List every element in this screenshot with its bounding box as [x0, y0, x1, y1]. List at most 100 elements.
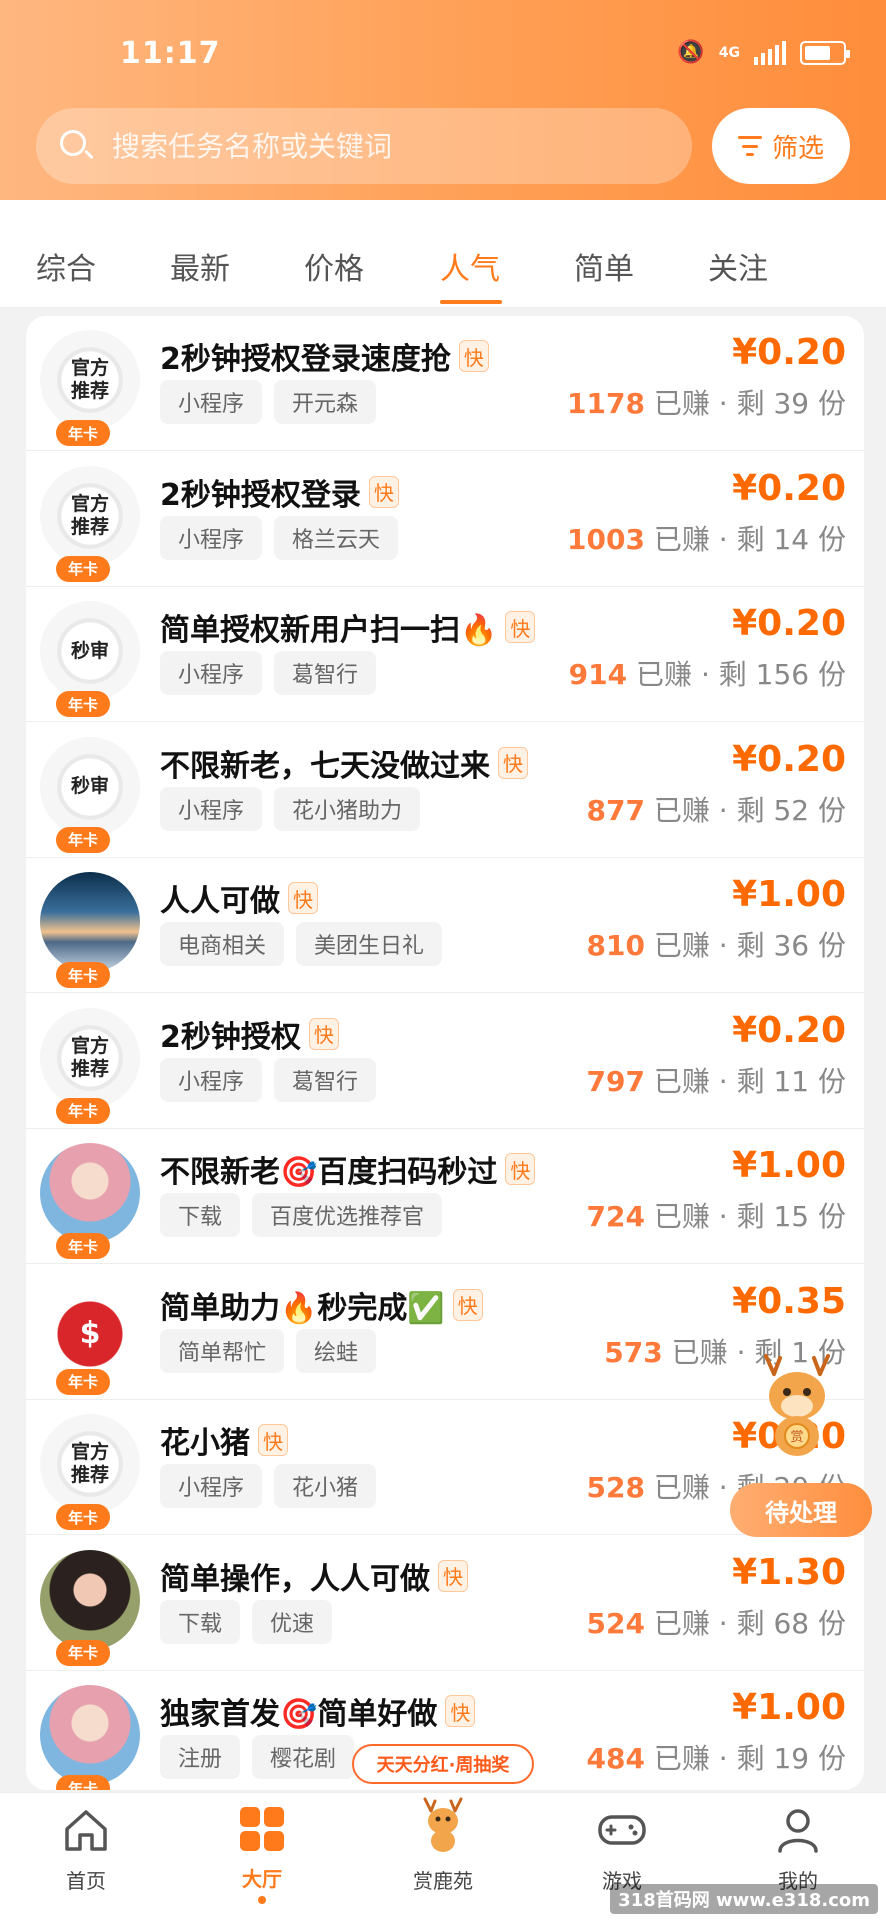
task-avatar: [40, 872, 140, 972]
category-tabs: 综合 最新 价格 人气 简单 关注: [0, 200, 886, 308]
task-title: 简单授权新用户扫一扫🔥: [160, 613, 498, 648]
avatar-label: $: [79, 1316, 101, 1351]
tab-latest[interactable]: 最新: [170, 244, 230, 288]
task-price: ¥0.20: [732, 738, 846, 780]
tab-price[interactable]: 价格: [304, 244, 364, 288]
task-avatar: $: [40, 1278, 140, 1379]
fast-tag: 快: [258, 1424, 288, 1456]
task-price: ¥1.00: [732, 874, 846, 915]
task-tag: 小程序: [160, 1464, 263, 1508]
task-title-row: 花小猪快: [160, 1418, 288, 1462]
search-icon: [58, 128, 94, 164]
task-title-row: 简单操作，人人可做快: [160, 1554, 468, 1598]
nav-home[interactable]: 首页: [26, 1807, 146, 1894]
filter-button[interactable]: 筛选: [712, 108, 850, 184]
task-avatar: 官方推荐: [40, 1007, 140, 1108]
earned-count: 724: [586, 1200, 645, 1233]
task-row[interactable]: 年卡 不限新老🎯百度扫码秒过快下载 百度优选推荐官 ¥1.00 724 已赚 · 剩 1…: [26, 1129, 864, 1264]
task-title-row: 不限新老🎯百度扫码秒过快: [160, 1147, 536, 1191]
earned-suffix: 已赚: [653, 1064, 710, 1098]
app-header: 11:17 🔕 4G 筛选: [0, 0, 886, 200]
earned-suffix: 已赚: [653, 793, 710, 827]
status-time: 11:17: [120, 36, 221, 71]
annual-card-badge: 年卡: [56, 420, 110, 446]
task-stats: 1003 已赚 · 剩 14 份: [567, 522, 846, 556]
task-avatar: [40, 1143, 140, 1243]
task-price: ¥0.20: [732, 1009, 846, 1051]
task-tag: 小程序: [160, 515, 263, 560]
tab-simple[interactable]: 简单: [574, 244, 634, 288]
task-title-row: 不限新老，七天没做过来快: [160, 741, 528, 785]
fast-tag: 快: [308, 1017, 339, 1050]
task-stats: 1178 已赚 · 剩 39 份: [567, 387, 846, 420]
task-title-row: 人人可做快: [160, 876, 318, 920]
task-row[interactable]: 官方推荐 年卡 2秒钟授权登录速度抢快小程序 开元森 ¥0.20 1178 已赚 · 剩 …: [26, 316, 864, 451]
task-list: 官方推荐 年卡 2秒钟授权登录速度抢快小程序 开元森 ¥0.20 1178 已赚 · 剩 …: [26, 316, 864, 1790]
earned-count: 1178: [567, 387, 645, 420]
earned-count: 1003: [567, 522, 645, 556]
search-input[interactable]: [112, 129, 652, 163]
task-tag: 下载: [160, 1193, 241, 1237]
earned-count: 810: [586, 929, 645, 962]
nav-games[interactable]: 游戏: [562, 1807, 682, 1894]
task-avatar: [40, 1685, 140, 1785]
task-row[interactable]: 年卡 人人可做快电商相关 美团生日礼 ¥1.00 810 已赚 · 剩 36 份: [26, 858, 864, 993]
earned-count: 914: [568, 658, 628, 691]
task-title: 人人可做: [160, 884, 280, 919]
nav-deer-garden[interactable]: 赏鹿苑: [383, 1797, 503, 1894]
task-price: ¥1.00: [732, 1687, 846, 1728]
annual-card-badge: 年卡: [56, 1504, 110, 1530]
task-title-row: 简单授权新用户扫一扫🔥 快: [160, 605, 536, 649]
task-avatar: 秒审: [40, 601, 140, 701]
nav-hall[interactable]: 大厅: [202, 1807, 322, 1904]
task-tag: 樱花剧: [252, 1735, 355, 1779]
task-price: ¥0.20: [732, 332, 846, 373]
task-row[interactable]: 官方推荐 年卡 2秒钟授权快小程序 葛智行 ¥0.20 797 已赚 · 剩 11 份: [26, 994, 864, 1129]
task-avatar: 官方推荐: [40, 1414, 140, 1514]
search-bar[interactable]: [36, 108, 692, 184]
task-tag: 百度优选推荐官: [252, 1193, 443, 1237]
home-icon: [65, 1810, 107, 1851]
fast-tag: 快: [368, 475, 399, 508]
remaining-count: 剩 39 份: [736, 387, 846, 420]
task-price: ¥0.35: [732, 1280, 846, 1322]
fast-tag: 快: [445, 1695, 476, 1727]
remaining-count: 剩 11 份: [736, 1064, 846, 1098]
tab-popular[interactable]: 人气: [440, 244, 500, 288]
task-title: 2秒钟授权登录速度抢: [160, 342, 451, 377]
task-tag: 下载: [160, 1599, 241, 1644]
task-stats: 724 已赚 · 剩 15 份: [586, 1200, 846, 1233]
tab-comprehensive[interactable]: 综合: [36, 244, 96, 288]
deer-mascot-icon[interactable]: 赏: [752, 1352, 842, 1460]
task-tag: 开元森: [274, 380, 377, 424]
task-row[interactable]: 年卡 简单操作，人人可做快下载 优速 ¥1.30 524 已赚 · 剩 68 份: [26, 1536, 864, 1671]
task-row[interactable]: 秒审 年卡 不限新老，七天没做过来快小程序 花小猪助力 ¥0.20 877 已赚 · 剩 …: [26, 723, 864, 858]
remaining-count: 剩 14 份: [736, 522, 846, 556]
task-tag: 美团生日礼: [296, 922, 443, 966]
task-tag: 电商相关: [160, 922, 285, 966]
promo-pill[interactable]: 天天分红·周抽奖: [352, 1744, 534, 1784]
nav-profile[interactable]: 我的: [738, 1807, 858, 1894]
avatar-label: 官方推荐: [70, 357, 109, 402]
earned-count: 573: [604, 1335, 663, 1369]
task-row[interactable]: $ 年卡 简单助力🔥秒完成✅ 快简单帮忙 绘蛙 ¥0.35 573 已赚 · 剩 1 份: [26, 1265, 864, 1400]
tab-following[interactable]: 关注: [708, 244, 768, 288]
earned-suffix: 已赚: [653, 1471, 710, 1504]
signal-icon: [754, 40, 786, 65]
filter-icon: [737, 136, 762, 156]
earned-count: 528: [586, 1471, 645, 1504]
avatar-label: 官方推荐: [70, 492, 109, 538]
annual-card-badge: 年卡: [56, 1233, 110, 1259]
remaining-count: 剩 52 份: [736, 793, 846, 827]
fast-tag: 快: [458, 340, 489, 372]
task-title: 简单助力🔥秒完成✅: [160, 1290, 445, 1326]
task-row[interactable]: 秒审 年卡 简单授权新用户扫一扫🔥 快小程序 葛智行 ¥0.20 914 已赚 · 剩 15…: [26, 587, 864, 722]
task-tag: 花小猪: [274, 1464, 377, 1508]
mute-icon: 🔕: [677, 40, 705, 65]
task-row[interactable]: 官方推荐 年卡 2秒钟授权登录快小程序 格兰云天 ¥0.20 1003 已赚 · 剩 14…: [26, 452, 864, 587]
task-title: 独家首发🎯简单好做: [160, 1697, 438, 1732]
annual-card-badge: 年卡: [56, 691, 110, 717]
earned-count: 484: [586, 1742, 645, 1775]
pending-button[interactable]: 待处理: [730, 1483, 872, 1537]
task-stats: 914 已赚 · 剩 156 份: [568, 658, 846, 691]
